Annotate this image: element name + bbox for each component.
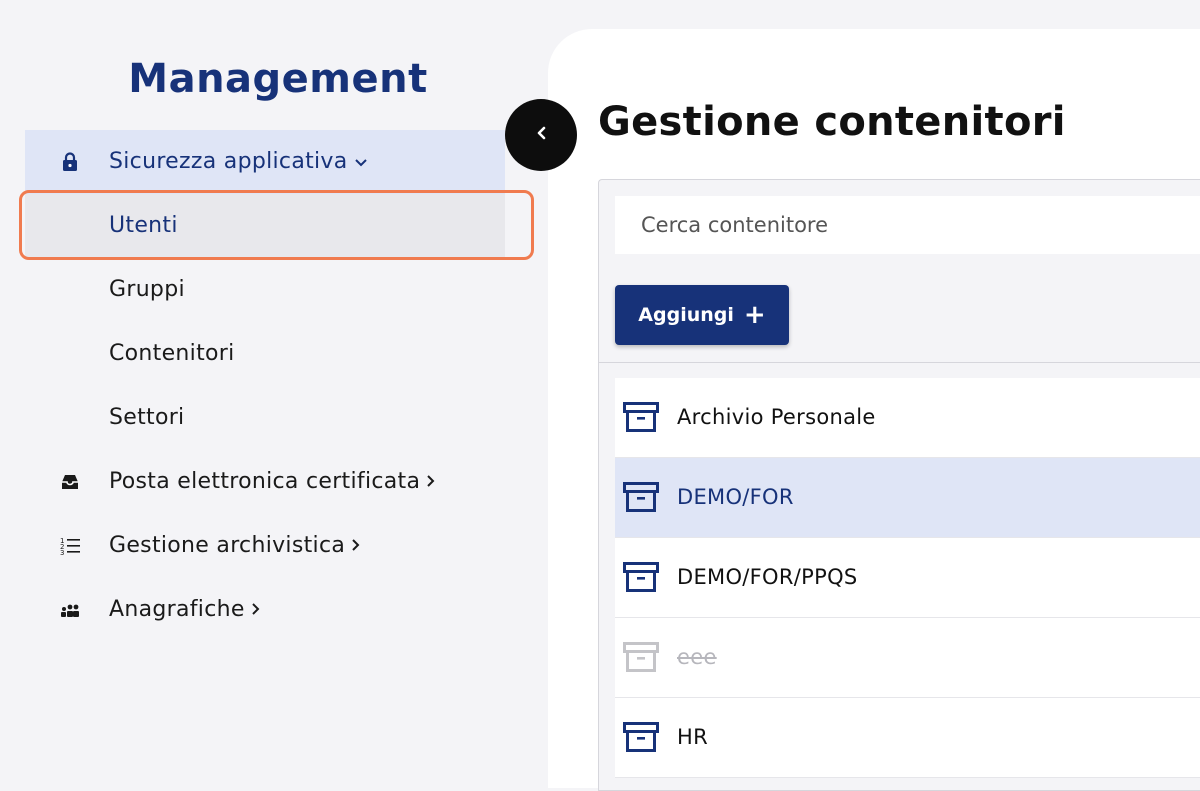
chevron-right-icon <box>251 597 261 622</box>
sidebar-item-gestione-archivistica[interactable]: 1 2 3 Gestione archivistica <box>25 514 505 578</box>
container-name: Archivio Personale <box>677 405 876 429</box>
main-content: Gestione contenitori Aggiungi + Archivio… <box>548 29 1200 791</box>
list-item[interactable]: eee <box>615 618 1200 698</box>
svg-text:3: 3 <box>60 549 65 557</box>
numbered-list-icon: 1 2 3 <box>59 535 81 557</box>
containers-list: Archivio Personale DEMO/FOR DEMO/FOR/PPQ… <box>615 378 1200 778</box>
list-item[interactable]: HR <box>615 698 1200 778</box>
focus-ring <box>19 190 534 260</box>
container-name: HR <box>677 725 708 749</box>
sidebar-item-label: Settori <box>109 405 185 430</box>
list-item[interactable]: DEMO/FOR/PPQS <box>615 538 1200 618</box>
sidebar-item-gruppi[interactable]: Gruppi <box>25 258 505 322</box>
sidebar-item-sicurezza-applicativa[interactable]: Sicurezza applicativa <box>25 130 505 194</box>
chevron-down-icon <box>354 149 368 174</box>
archive-box-icon <box>623 482 659 517</box>
container-name: DEMO/FOR/PPQS <box>677 565 858 589</box>
sidebar-item-label: Gestione archivistica <box>109 533 346 558</box>
sidebar-item-anagrafiche[interactable]: Anagrafiche <box>25 578 505 642</box>
container-name: eee <box>677 645 717 669</box>
divider <box>599 362 1200 363</box>
list-item[interactable]: DEMO/FOR <box>615 458 1200 538</box>
sidebar-item-label: Sicurezza applicativa <box>109 149 348 174</box>
sidebar-item-label: Contenitori <box>109 341 235 366</box>
people-icon <box>59 599 81 621</box>
sidebar-item-label: Gruppi <box>109 277 185 302</box>
sidebar-item-label: Posta elettronica certificata <box>109 469 421 494</box>
container-name: DEMO/FOR <box>677 485 794 509</box>
archive-box-icon <box>623 642 659 677</box>
plus-icon: + <box>743 300 766 330</box>
app-title: Management <box>128 56 428 102</box>
lock-icon <box>59 151 81 173</box>
sidebar-item-settori[interactable]: Settori <box>25 386 505 450</box>
search-input[interactable] <box>615 196 1200 254</box>
archive-box-icon <box>623 402 659 437</box>
chevron-right-icon <box>426 469 436 494</box>
sidebar: Management Sicurezza applicativa Utenti … <box>0 0 548 788</box>
sidebar-item-contenitori[interactable]: Contenitori <box>25 322 505 386</box>
add-button[interactable]: Aggiungi + <box>615 285 789 345</box>
inbox-icon <box>59 471 81 493</box>
containers-panel: Aggiungi + Archivio Personale DEMO/FOR <box>598 179 1200 791</box>
archive-box-icon <box>623 562 659 597</box>
add-button-label: Aggiungi <box>638 304 734 326</box>
chevron-right-icon <box>351 533 361 558</box>
sidebar-item-label: Anagrafiche <box>109 597 245 622</box>
chevron-left-icon <box>534 125 548 145</box>
page-title: Gestione contenitori <box>598 99 1066 145</box>
collapse-sidebar-button[interactable] <box>505 99 577 171</box>
sidebar-item-posta-elettronica-certificata[interactable]: Posta elettronica certificata <box>25 450 505 514</box>
list-item[interactable]: Archivio Personale <box>615 378 1200 458</box>
archive-box-icon <box>623 722 659 757</box>
